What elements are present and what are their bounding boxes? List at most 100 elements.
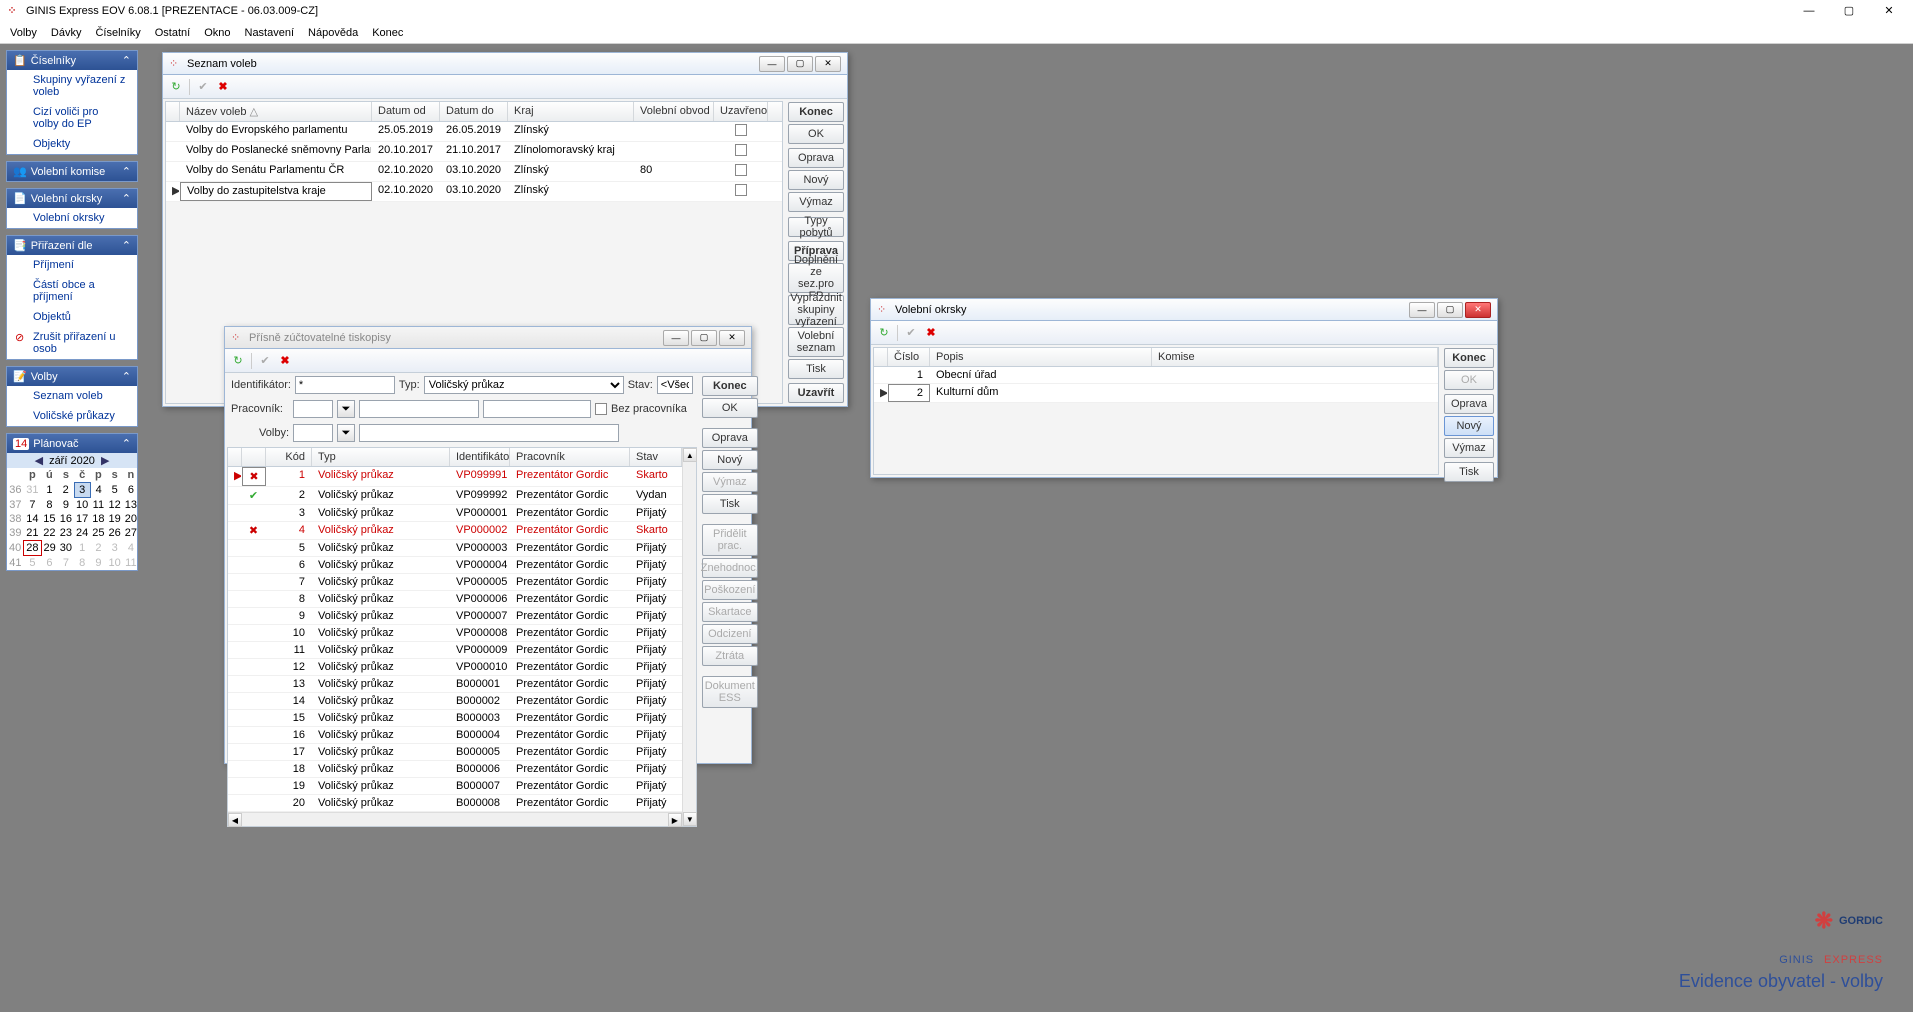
close-button[interactable]: ✕ <box>1869 1 1909 21</box>
col-id[interactable]: Identifikátor <box>450 448 510 466</box>
btn-vymaz[interactable]: Výmaz <box>788 192 844 212</box>
input-volby-code[interactable] <box>293 424 333 442</box>
btn-typy[interactable]: Typy pobytů <box>788 217 844 237</box>
sb-link-seznam-voleb[interactable]: Seznam voleb <box>7 386 137 406</box>
btn-doplneni[interactable]: Doplnění ze sez.pro EP <box>788 263 844 293</box>
btn-konec[interactable]: Konec <box>702 376 758 396</box>
input-prac-name[interactable] <box>359 400 479 418</box>
select-typ[interactable]: Voličský průkaz <box>424 376 624 394</box>
table-row[interactable]: 18Voličský průkazB000006Prezentátor Gord… <box>228 761 682 778</box>
table-row[interactable]: 8Voličský průkazVP000006Prezentátor Gord… <box>228 591 682 608</box>
table-row[interactable]: 20Voličský průkazB000008Prezentátor Gord… <box>228 795 682 812</box>
btn-ok[interactable]: OK <box>702 398 758 418</box>
sb-link-cizi[interactable]: Cizí voliči pro volby do EP <box>7 102 137 134</box>
btn-novy[interactable]: Nový <box>1444 416 1494 436</box>
input-stav[interactable] <box>657 376 693 394</box>
table-row[interactable]: 13Voličský průkazB000001Prezentátor Gord… <box>228 676 682 693</box>
table-row[interactable]: Volby do Senátu Parlamentu ČR02.10.20200… <box>166 162 782 182</box>
col-cislo[interactable]: Číslo <box>888 348 930 366</box>
menu-okno[interactable]: Okno <box>198 25 236 41</box>
btn-odciz[interactable]: Odcizení <box>702 624 758 644</box>
btn-ztrata[interactable]: Ztráta <box>702 646 758 666</box>
btn-konec[interactable]: Konec <box>788 102 844 122</box>
btn-vyprazdnit[interactable]: Vyprázdnit skupiny vyřazení <box>788 295 844 325</box>
btn-pridelit[interactable]: Přidělit prac. <box>702 524 758 556</box>
col-komise[interactable]: Komise <box>1152 348 1438 366</box>
btn-novy[interactable]: Nový <box>702 450 758 470</box>
chk-bez-pracovnika[interactable] <box>595 403 607 415</box>
btn-novy[interactable]: Nový <box>788 170 844 190</box>
table-row[interactable]: 17Voličský průkazB000005Prezentátor Gord… <box>228 744 682 761</box>
col-prac[interactable]: Pracovník <box>510 448 630 466</box>
vscroll[interactable]: ▲▼ <box>682 448 696 826</box>
cal-prev[interactable]: ◀ <box>35 454 43 467</box>
sb-link-objektu[interactable]: Objektů <box>7 307 137 327</box>
col-ico[interactable] <box>242 448 266 466</box>
col-nazev[interactable]: Název voleb △ <box>180 102 372 121</box>
table-row[interactable]: ✔2Voličský průkazVP099992Prezentátor Gor… <box>228 487 682 505</box>
col-kraj[interactable]: Kraj <box>508 102 634 121</box>
tb-refresh-icon[interactable]: ↻ <box>167 78 185 96</box>
table-row[interactable]: ▶Volby do zastupitelstva kraje02.10.2020… <box>166 182 782 202</box>
table-row[interactable]: 11Voličský průkazVP000009Prezentátor Gor… <box>228 642 682 659</box>
dd-volby[interactable]: ⏷ <box>337 424 355 442</box>
sb-link-volebni-okrsky[interactable]: Volební okrsky <box>7 208 137 228</box>
input-volby-name[interactable] <box>359 424 619 442</box>
sidebar-head-komise[interactable]: 👥Volební komise⌃ <box>7 162 137 181</box>
tb-check-icon[interactable]: ✔ <box>902 324 920 342</box>
menu-ostatni[interactable]: Ostatní <box>149 25 196 41</box>
table-row[interactable]: ✖4Voličský průkazVP000002Prezentátor Gor… <box>228 522 682 540</box>
sb-link-casti[interactable]: Částí obce a příjmení <box>7 275 137 307</box>
table-row[interactable]: 6Voličský průkazVP000004Prezentátor Gord… <box>228 557 682 574</box>
table-row[interactable]: 15Voličský průkazB000003Prezentátor Gord… <box>228 710 682 727</box>
btn-skart[interactable]: Skartace <box>702 602 758 622</box>
menu-napoveda[interactable]: Nápověda <box>302 25 364 41</box>
sb-link-skupiny[interactable]: Skupiny vyřazení z voleb <box>7 70 137 102</box>
sb-link-prukazy[interactable]: Voličské průkazy <box>7 406 137 426</box>
sidebar-head-okrsky[interactable]: 📄Volební okrsky⌃ <box>7 189 137 208</box>
table-row[interactable]: 7Voličský průkazVP000005Prezentátor Gord… <box>228 574 682 591</box>
input-ident[interactable] <box>295 376 395 394</box>
tb-cancel-icon[interactable]: ✖ <box>214 78 232 96</box>
col-kod[interactable]: Kód <box>266 448 312 466</box>
sidebar-head-planovac[interactable]: 14Plánovač⌃ <box>7 434 137 453</box>
input-prac-extra[interactable] <box>483 400 591 418</box>
btn-ok[interactable]: OK <box>1444 370 1494 390</box>
table-row[interactable]: ▶✖1Voličský průkazVP099991Prezentátor Go… <box>228 467 682 487</box>
dd-prac[interactable]: ⏷ <box>337 400 355 418</box>
btn-oprava[interactable]: Oprava <box>1444 394 1494 414</box>
col-obvod[interactable]: Volební obvod <box>634 102 714 121</box>
table-row[interactable]: 14Voličský průkazB000002Prezentátor Gord… <box>228 693 682 710</box>
btn-konec[interactable]: Konec <box>1444 348 1494 368</box>
table-row[interactable]: Volby do Poslanecké sněmovny Parlamentu … <box>166 142 782 162</box>
minimize-button[interactable]: — <box>1789 1 1829 21</box>
btn-volebni-seznam[interactable]: Volební seznam <box>788 327 844 357</box>
sb-link-prijmeni[interactable]: Příjmení <box>7 255 137 275</box>
sidebar-head-volby[interactable]: 📝Volby⌃ <box>7 367 137 386</box>
tb-cancel-icon[interactable]: ✖ <box>922 324 940 342</box>
table-row[interactable]: 3Voličský průkazVP000001Prezentátor Gord… <box>228 505 682 522</box>
tb-check-icon[interactable]: ✔ <box>194 78 212 96</box>
table-row[interactable]: Volby do Evropského parlamentu25.05.2019… <box>166 122 782 142</box>
btn-oprava[interactable]: Oprava <box>788 148 844 168</box>
btn-tisk[interactable]: Tisk <box>1444 462 1494 482</box>
input-prac-code[interactable] <box>293 400 333 418</box>
col-popis[interactable]: Popis <box>930 348 1152 366</box>
sidebar-head-ciselniky[interactable]: 📋Číselníky⌃ <box>7 51 137 70</box>
win-max[interactable]: ▢ <box>691 330 717 346</box>
table-row[interactable]: ▶2Kulturní dům <box>874 384 1438 403</box>
cal-next[interactable]: ▶ <box>101 454 109 467</box>
win-max[interactable]: ▢ <box>1437 302 1463 318</box>
btn-vymaz[interactable]: Výmaz <box>1444 438 1494 458</box>
tb-refresh-icon[interactable]: ↻ <box>875 324 893 342</box>
col-do[interactable]: Datum do <box>440 102 508 121</box>
menu-konec[interactable]: Konec <box>366 25 409 41</box>
menu-volby[interactable]: Volby <box>4 25 43 41</box>
btn-ok[interactable]: OK <box>788 124 844 144</box>
win-close[interactable]: ✕ <box>815 56 841 72</box>
tb-check-icon[interactable]: ✔ <box>256 352 274 370</box>
col-typ[interactable]: Typ <box>312 448 450 466</box>
table-row[interactable]: 5Voličský průkazVP000003Prezentátor Gord… <box>228 540 682 557</box>
table-row[interactable]: 1Obecní úřad <box>874 367 1438 384</box>
tb-refresh-icon[interactable]: ↻ <box>229 352 247 370</box>
